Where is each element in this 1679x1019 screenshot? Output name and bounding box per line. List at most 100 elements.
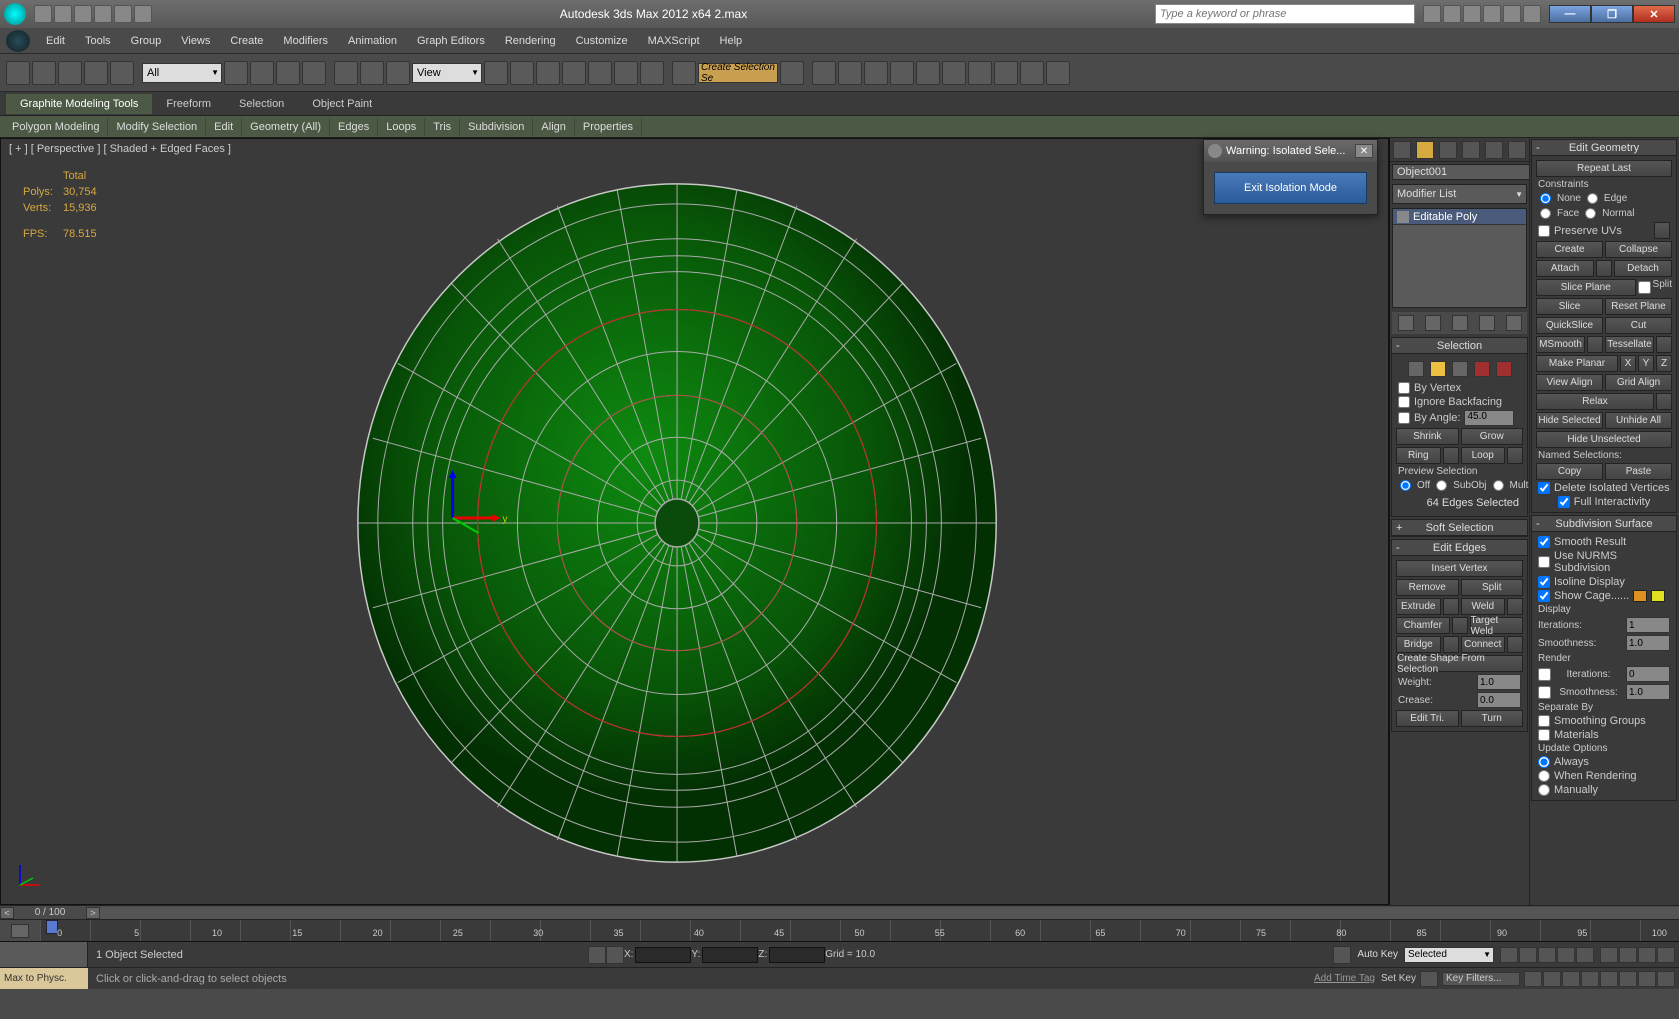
edit-geom-head[interactable]: -Edit Geometry <box>1532 140 1676 156</box>
constraint-face-radio[interactable] <box>1540 208 1551 219</box>
trackbar[interactable]: 05 1015 2025 3035 4045 5055 6065 7075 80… <box>0 919 1679 941</box>
msmooth-button[interactable]: MSmooth <box>1536 336 1585 353</box>
insert-vertex-button[interactable]: Insert Vertex <box>1396 560 1523 577</box>
planar-x-button[interactable]: X <box>1620 355 1636 372</box>
full-int-checkbox[interactable] <box>1558 496 1570 508</box>
panel-edges[interactable]: Edges <box>330 118 378 136</box>
tess-settings-icon[interactable] <box>1656 336 1672 353</box>
grow-button[interactable]: Grow <box>1461 428 1524 445</box>
link-icon[interactable] <box>58 61 82 85</box>
selection-head[interactable]: -Selection <box>1392 338 1527 354</box>
named-sel-input[interactable]: Create Selection Se <box>698 63 778 83</box>
crease-input[interactable]: 0.0 <box>1477 692 1521 708</box>
relax-button[interactable]: Relax <box>1536 393 1654 410</box>
edit-named-sel-icon[interactable] <box>672 61 696 85</box>
keyboard-icon[interactable] <box>536 61 560 85</box>
rotate-icon[interactable] <box>360 61 384 85</box>
panel-loops[interactable]: Loops <box>378 118 425 136</box>
key-mode-dropdown[interactable]: Selected <box>1404 947 1494 963</box>
menu-modifiers[interactable]: Modifiers <box>273 31 338 51</box>
schematic-icon[interactable] <box>942 61 966 85</box>
ribbon-toggle-icon[interactable] <box>890 61 914 85</box>
extrude-settings-icon[interactable] <box>1443 598 1459 615</box>
time-track[interactable] <box>100 907 1679 919</box>
connect-settings-icon[interactable] <box>1507 636 1523 653</box>
script-mini-icon[interactable] <box>0 942 88 967</box>
chamfer-settings-icon[interactable] <box>1452 617 1468 634</box>
render-icon[interactable] <box>1046 61 1070 85</box>
unlink-icon[interactable] <box>84 61 108 85</box>
weld-settings-icon[interactable] <box>1507 598 1523 615</box>
smooth-result-checkbox[interactable] <box>1538 536 1550 548</box>
tab-objectpaint[interactable]: Object Paint <box>298 94 386 114</box>
preserve-uvs-checkbox[interactable] <box>1538 225 1550 237</box>
cut-button[interactable]: Cut <box>1605 317 1672 334</box>
connect-button[interactable]: Connect <box>1461 636 1506 653</box>
update-manual-radio[interactable] <box>1538 784 1550 796</box>
move-icon[interactable] <box>334 61 358 85</box>
viewport-label[interactable]: [ + ] [ Perspective ] [ Shaded + Edged F… <box>9 143 231 155</box>
config-icon[interactable] <box>1506 315 1522 331</box>
menu-customize[interactable]: Customize <box>566 31 638 51</box>
panel-align[interactable]: Align <box>533 118 574 136</box>
reset-plane-button[interactable]: Reset Plane <box>1605 298 1672 315</box>
msmooth-settings-icon[interactable] <box>1587 336 1603 353</box>
constraint-edge-radio[interactable] <box>1587 193 1598 204</box>
remove-mod-icon[interactable] <box>1479 315 1495 331</box>
edge-subobj-icon[interactable] <box>1430 361 1446 377</box>
minimize-button[interactable]: — <box>1549 5 1591 23</box>
menu-maxscript[interactable]: MAXScript <box>638 31 710 51</box>
planar-y-button[interactable]: Y <box>1638 355 1654 372</box>
menu-group[interactable]: Group <box>121 31 172 51</box>
qa-open-icon[interactable] <box>54 5 72 23</box>
hide-unselected-button[interactable]: Hide Unselected <box>1536 431 1672 448</box>
create-shape-button[interactable]: Create Shape From Selection <box>1396 655 1523 672</box>
prev-key-icon[interactable] <box>1519 947 1537 963</box>
coord-y-input[interactable] <box>702 947 758 963</box>
view-align-button[interactable]: View Align <box>1536 374 1603 391</box>
max-viewport-icon[interactable] <box>1543 971 1561 987</box>
pan-icon[interactable] <box>1600 947 1618 963</box>
cage-color1-swatch[interactable] <box>1633 590 1647 602</box>
tab-graphite[interactable]: Graphite Modeling Tools <box>6 94 152 114</box>
tab-freeform[interactable]: Freeform <box>152 94 225 114</box>
menu-views[interactable]: Views <box>171 31 220 51</box>
select-icon[interactable] <box>224 61 248 85</box>
loop-button[interactable]: Loop <box>1461 447 1506 464</box>
mirror-icon[interactable] <box>812 61 836 85</box>
turn-button[interactable]: Turn <box>1461 710 1524 727</box>
border-subobj-icon[interactable] <box>1452 361 1468 377</box>
make-planar-button[interactable]: Make Planar <box>1536 355 1618 372</box>
attach-list-icon[interactable] <box>1596 260 1612 277</box>
fov-icon[interactable] <box>1657 947 1675 963</box>
ref-coord[interactable]: View <box>412 63 482 83</box>
render-setup-icon[interactable] <box>994 61 1018 85</box>
split-checkbox[interactable] <box>1638 279 1651 296</box>
render-iter-checkbox[interactable] <box>1538 668 1551 681</box>
abs-rel-icon[interactable] <box>606 946 624 964</box>
scale-icon[interactable] <box>386 61 410 85</box>
qa-more-icon[interactable] <box>134 5 152 23</box>
update-always-radio[interactable] <box>1538 756 1550 768</box>
help-drop-icon[interactable] <box>1523 5 1541 23</box>
undo-icon[interactable] <box>6 61 30 85</box>
ignore-backfacing-checkbox[interactable] <box>1398 396 1410 408</box>
sep-sgroups-checkbox[interactable] <box>1538 715 1550 727</box>
setkey-icon[interactable] <box>1420 971 1438 987</box>
stack-item-editablepoly[interactable]: Editable Poly <box>1393 209 1526 225</box>
rend-smooth-input[interactable]: 1.0 <box>1626 684 1670 700</box>
cage-color2-swatch[interactable] <box>1651 590 1665 602</box>
orbit2-icon[interactable] <box>1638 971 1656 987</box>
viewport[interactable]: [ + ] [ Perspective ] [ Shaded + Edged F… <box>0 138 1389 905</box>
show-end-icon[interactable] <box>1425 315 1441 331</box>
relax-settings-icon[interactable] <box>1656 393 1672 410</box>
zoom-all-icon[interactable] <box>1562 971 1580 987</box>
panel-properties[interactable]: Properties <box>575 118 642 136</box>
next-key-icon[interactable] <box>1557 947 1575 963</box>
motion-tab-icon[interactable] <box>1462 141 1480 159</box>
add-time-tag[interactable]: Add Time Tag <box>1314 973 1381 984</box>
split-button[interactable]: Split <box>1461 579 1524 596</box>
weld-button[interactable]: Weld <box>1461 598 1506 615</box>
help-icon[interactable] <box>1503 5 1521 23</box>
ribbon-minimize-icon[interactable] <box>1655 96 1673 112</box>
